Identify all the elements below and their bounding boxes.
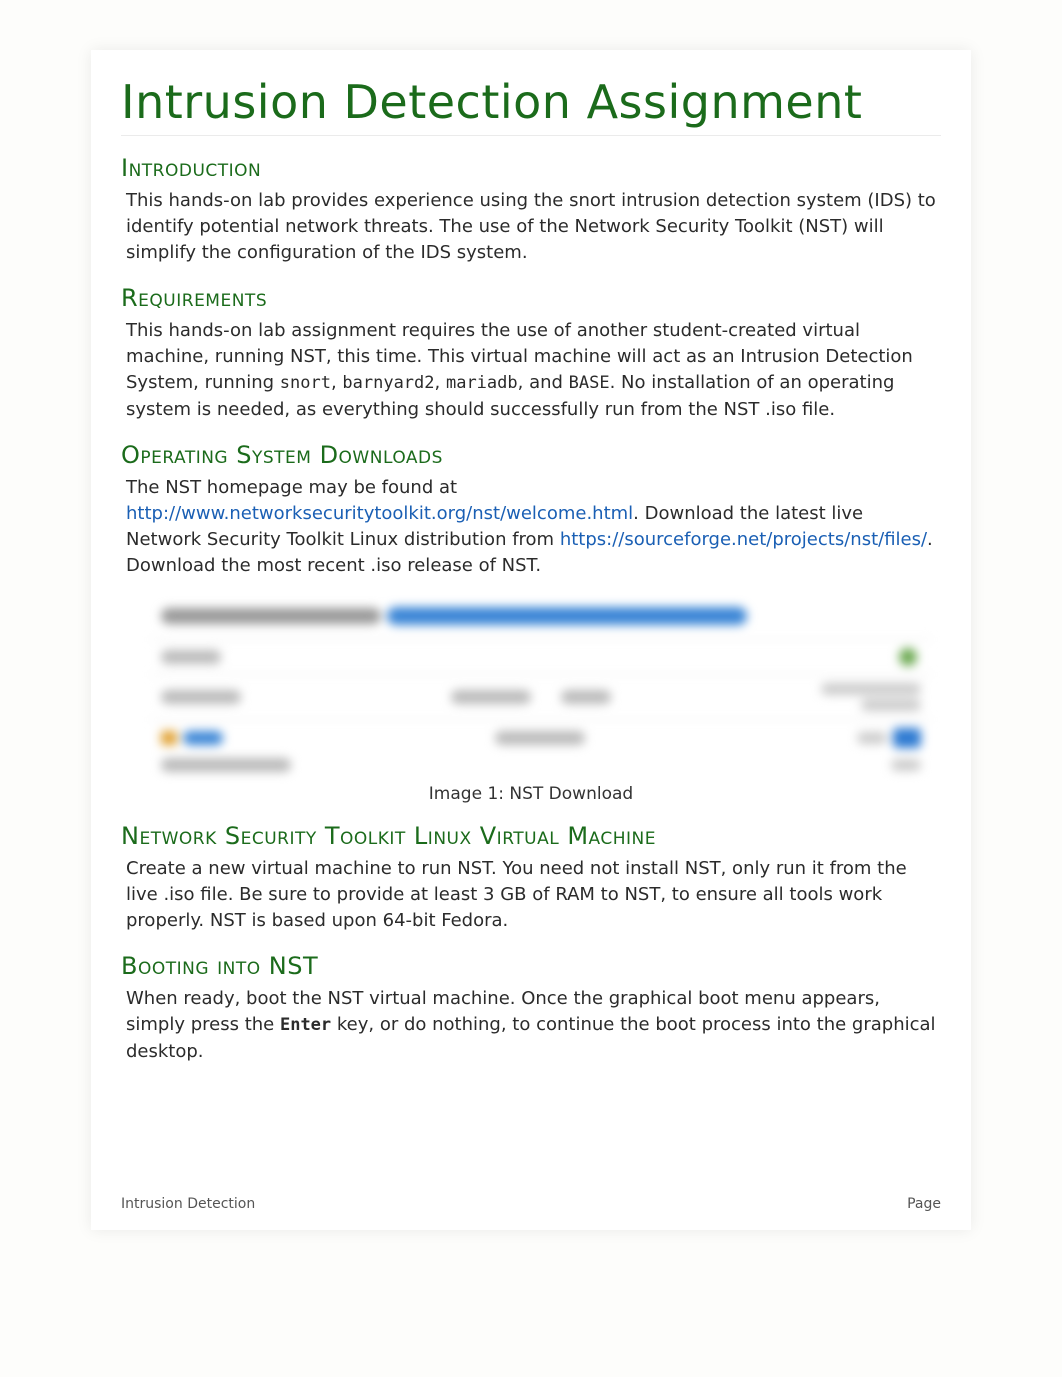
text: , bbox=[435, 372, 446, 393]
heading-requirements: Requirements bbox=[121, 284, 941, 312]
paragraph-intro: This hands-on lab provides experience us… bbox=[126, 188, 936, 266]
text: , and bbox=[518, 372, 569, 393]
figure-nst-download bbox=[151, 593, 931, 780]
link-nst-files[interactable]: https://sourceforge.net/projects/nst/fil… bbox=[560, 529, 927, 550]
heading-os-downloads: Operating System Downloads bbox=[121, 441, 941, 469]
paragraph-os-downloads: The NST homepage may be found at http://… bbox=[126, 475, 936, 579]
page-title: Intrusion Detection Assignment bbox=[121, 75, 941, 136]
footer-left: Intrusion Detection bbox=[121, 1196, 255, 1212]
text: , bbox=[331, 372, 342, 393]
heading-booting: Booting into NST bbox=[121, 952, 941, 980]
link-nst-home[interactable]: http://www.networksecuritytoolkit.org/ns… bbox=[126, 503, 633, 524]
heading-nst-vm: Network Security Toolkit Linux Virtual M… bbox=[121, 822, 941, 850]
document-page: Intrusion Detection Assignment Introduct… bbox=[91, 50, 971, 1230]
key-enter: Enter bbox=[280, 1015, 331, 1035]
code-snort: snort bbox=[280, 373, 331, 393]
page-footer: Intrusion Detection Page bbox=[121, 1196, 941, 1212]
heading-introduction: Introduction bbox=[121, 154, 941, 182]
text: The NST homepage may be found at bbox=[126, 477, 457, 498]
footer-right: Page bbox=[907, 1196, 941, 1212]
paragraph-nst-vm: Create a new virtual machine to run NST.… bbox=[126, 856, 936, 934]
code-mariadb: mariadb bbox=[446, 373, 518, 393]
paragraph-requirements: This hands-on lab assignment requires th… bbox=[126, 318, 936, 422]
figure-caption-1: Image 1: NST Download bbox=[121, 784, 941, 804]
code-base: BASE bbox=[569, 373, 610, 393]
paragraph-booting: When ready, boot the NST virtual machine… bbox=[126, 986, 936, 1064]
code-barnyard2: barnyard2 bbox=[342, 373, 434, 393]
